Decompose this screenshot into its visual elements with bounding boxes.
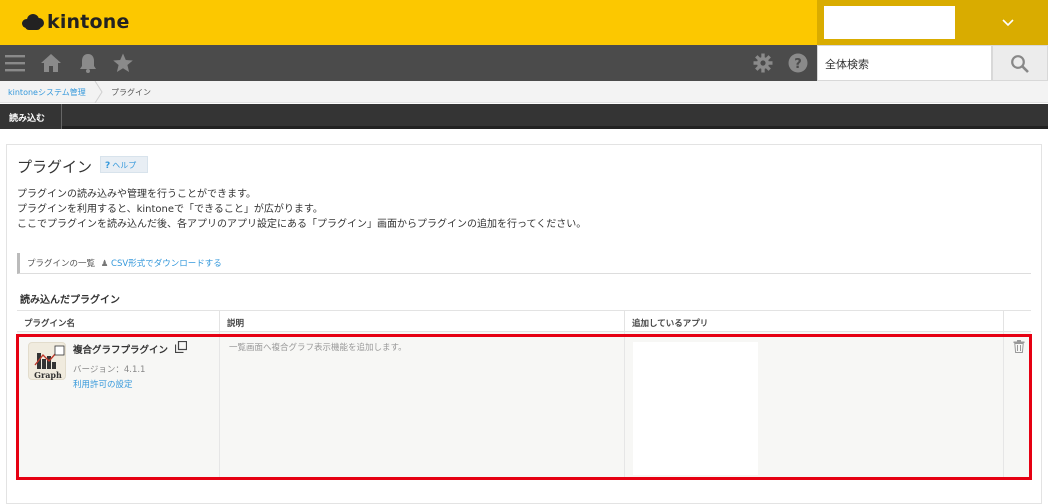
chevron-down-icon: [1002, 19, 1014, 27]
load-button[interactable]: 読み込む: [0, 104, 62, 129]
global-search-input[interactable]: 全体検索: [817, 45, 992, 81]
help-button[interactable]: ? ヘルプ: [100, 156, 148, 173]
breadcrumb-system-admin[interactable]: kintoneシステム管理: [8, 87, 86, 98]
bell-icon[interactable]: [77, 52, 99, 74]
table-row: [17, 480, 1031, 500]
breadcrumb-separator: [94, 81, 103, 103]
help-question-icon: ?: [105, 161, 111, 171]
logo-cloud-icon: [22, 14, 44, 30]
breadcrumb-plugins: プラグイン: [111, 88, 151, 97]
gear-icon[interactable]: [752, 52, 774, 74]
star-icon[interactable]: [112, 52, 134, 74]
loaded-plugins-title: 読み込んだプラグイン: [20, 295, 120, 306]
search-placeholder: 全体検索: [825, 58, 869, 71]
breadcrumb: kintoneシステム管理 プラグイン: [0, 81, 1048, 103]
description-line: ここでプラグインを読み込んだ後、各アプリのアプリ設定にある「プラグイン」画面から…: [17, 219, 587, 230]
header-apps: 追加しているアプリ: [625, 311, 1004, 332]
kintone-logo[interactable]: kintone: [22, 10, 130, 34]
header-plugin-name: プラグイン名: [17, 311, 220, 332]
plugin-list-label: プラグインの一覧: [27, 259, 96, 269]
table-header: プラグイン名 説明 追加しているアプリ: [17, 310, 1031, 332]
highlight-frame: [16, 334, 1032, 480]
svg-text:?: ?: [794, 57, 802, 72]
page-description: プラグインの読み込みや管理を行うことができます。 プラグインを利用すると、kin…: [17, 187, 586, 232]
top-header: kintone: [0, 0, 1048, 45]
logo-text: kintone: [47, 11, 130, 33]
description-line: プラグインの読み込みや管理を行うことができます。: [17, 189, 256, 200]
home-icon[interactable]: [40, 52, 62, 74]
user-name-box: [824, 6, 955, 39]
search-icon: [1011, 55, 1029, 73]
description-line: プラグインを利用すると、kintoneで「できること」が広がります。: [17, 204, 323, 215]
search-button[interactable]: [992, 45, 1048, 81]
header-description: 説明: [220, 311, 625, 332]
plugin-list-header: プラグインの一覧 ♟ CSV形式でダウンロードする: [17, 253, 1031, 274]
page-title: プラグイン: [17, 158, 93, 176]
help-label: ヘルプ: [112, 161, 137, 170]
download-icon: ♟: [100, 259, 109, 269]
csv-download-link[interactable]: CSV形式でダウンロードする: [111, 259, 222, 269]
toolbar: 読み込む: [0, 104, 1048, 129]
help-circle-icon[interactable]: ?: [787, 52, 809, 74]
menu-icon[interactable]: [4, 52, 26, 74]
user-menu[interactable]: [817, 0, 1048, 45]
